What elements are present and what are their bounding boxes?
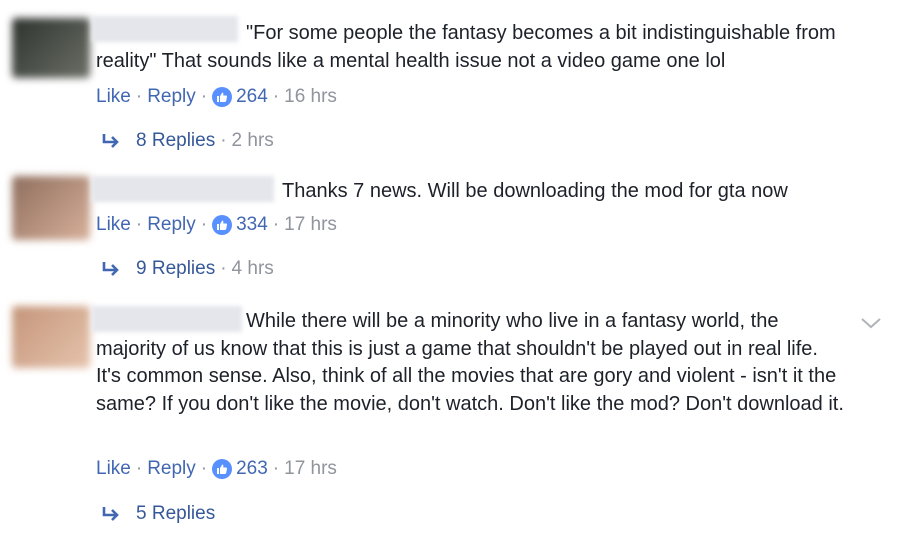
replies-count[interactable]: 9 Replies (136, 258, 215, 280)
separator: · (220, 258, 227, 279)
separator: · (272, 458, 280, 479)
replies-link[interactable]: 5 Replies (100, 503, 215, 525)
like-count[interactable]: 334 (236, 214, 268, 236)
separator: · (220, 130, 227, 151)
comment-text: "For some people the fantasy becomes a b… (96, 22, 836, 72)
avatar[interactable] (12, 176, 90, 240)
thumbs-up-icon (212, 459, 233, 479)
avatar[interactable] (12, 18, 90, 78)
like-button[interactable]: Like (96, 214, 131, 236)
separator: · (272, 214, 280, 235)
comment-1: "For some people the fantasy becomes a b… (0, 0, 900, 170)
separator: · (135, 458, 143, 479)
reply-arrow-icon (102, 507, 119, 521)
replies-count[interactable]: 8 Replies (136, 130, 215, 152)
separator: · (200, 86, 208, 107)
like-button[interactable]: Like (96, 86, 131, 108)
timestamp[interactable]: 16 hrs (284, 86, 337, 108)
separator: · (200, 214, 208, 235)
comment-actions: Like · Reply · 334 · 17 hrs (96, 214, 337, 236)
like-count[interactable]: 263 (236, 458, 268, 480)
separator: · (272, 86, 280, 107)
replies-link[interactable]: 9 Replies · 4 hrs (100, 258, 274, 280)
chevron-down-icon[interactable] (860, 316, 882, 330)
separator: · (135, 214, 143, 235)
replies-time: 2 hrs (231, 130, 274, 151)
like-button[interactable]: Like (96, 458, 131, 480)
replies-time: 4 hrs (231, 258, 274, 279)
comment-actions: Like · Reply · 263 · 17 hrs (96, 458, 337, 480)
reply-button[interactable]: Reply (147, 214, 196, 236)
reply-button[interactable]: Reply (147, 86, 196, 108)
comment-text: Thanks 7 news. Will be downloading the m… (282, 180, 788, 202)
comment-2: Thanks 7 news. Will be downloading the m… (0, 170, 900, 300)
thumbs-up-icon (212, 87, 233, 107)
separator: · (135, 86, 143, 107)
thumbs-up-icon (212, 215, 233, 235)
reply-arrow-icon (102, 134, 119, 148)
timestamp[interactable]: 17 hrs (284, 214, 337, 236)
separator: · (200, 458, 208, 479)
like-count[interactable]: 264 (236, 86, 268, 108)
timestamp[interactable]: 17 hrs (284, 458, 337, 480)
comment-text: While there will be a minority who live … (96, 310, 844, 415)
replies-count[interactable]: 5 Replies (136, 503, 215, 525)
comment-actions: Like · Reply · 264 · 16 hrs (96, 86, 337, 108)
comment-3: While there will be a minority who live … (0, 296, 900, 546)
avatar[interactable] (12, 306, 90, 368)
reply-arrow-icon (102, 262, 119, 276)
reply-button[interactable]: Reply (147, 458, 196, 480)
replies-link[interactable]: 8 Replies · 2 hrs (100, 130, 274, 152)
